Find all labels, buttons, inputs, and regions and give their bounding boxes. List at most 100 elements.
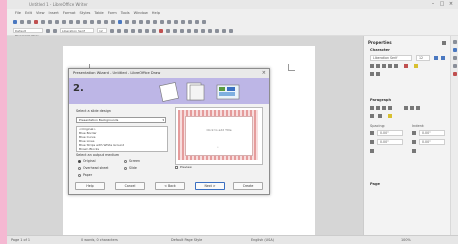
draw-line-icon[interactable] — [195, 19, 199, 24]
sb-underline-icon[interactable] — [382, 64, 386, 68]
font-increase-icon[interactable] — [434, 56, 438, 60]
spacing-below-field[interactable]: 0.00" — [377, 139, 403, 145]
sb-font-color-icon[interactable] — [404, 64, 408, 68]
hyperlink-icon[interactable] — [167, 19, 171, 24]
properties-tab-icon[interactable] — [453, 40, 457, 44]
formatting-marks-icon[interactable] — [111, 19, 115, 24]
menu-table[interactable]: Table — [94, 11, 103, 15]
radio-slide[interactable]: Slide — [124, 166, 137, 170]
create-button[interactable]: Create — [233, 182, 263, 190]
dialog-close-button[interactable]: × — [262, 70, 266, 76]
paste-icon[interactable] — [69, 19, 73, 24]
font-decrease-icon[interactable] — [441, 56, 445, 60]
export-pdf-icon[interactable] — [34, 19, 38, 24]
status-zoom[interactable]: 100% — [401, 238, 411, 242]
sb-align-left-icon[interactable] — [370, 106, 374, 110]
insert-table-icon[interactable] — [118, 19, 122, 24]
first-line-indent-icon[interactable] — [412, 149, 416, 153]
menu-tools[interactable]: Tools — [121, 11, 130, 15]
numbering-icon[interactable] — [208, 28, 212, 33]
sb-justify-icon[interactable] — [388, 106, 392, 110]
insert-text-box-icon[interactable] — [139, 19, 143, 24]
navigator-tab-icon[interactable] — [453, 64, 457, 68]
highlight-icon[interactable] — [166, 28, 170, 33]
outdent-icon[interactable] — [222, 28, 226, 33]
clear-formatting-icon[interactable] — [152, 28, 156, 33]
copy-icon[interactable] — [62, 19, 66, 24]
sb-align-center-icon[interactable] — [376, 106, 380, 110]
new-document-icon[interactable] — [13, 19, 17, 24]
update-style-icon[interactable] — [46, 28, 50, 33]
font-size-combo[interactable]: 12 — [97, 28, 107, 33]
indent-icon[interactable] — [215, 28, 219, 33]
superscript-icon[interactable] — [138, 28, 142, 33]
new-style-icon[interactable] — [53, 28, 57, 33]
open-icon[interactable] — [20, 19, 24, 24]
menu-styles[interactable]: Styles — [80, 11, 91, 15]
indent-before-field[interactable]: 0.00" — [419, 130, 445, 136]
character-header[interactable]: Character — [370, 48, 390, 52]
basic-shapes-icon[interactable] — [202, 19, 206, 24]
paragraph-header[interactable]: Paragraph — [370, 98, 391, 102]
find-replace-icon[interactable] — [97, 19, 101, 24]
menu-help[interactable]: Help — [152, 11, 160, 15]
sb-paragraph-bg-icon[interactable] — [388, 114, 392, 118]
design-category-combo[interactable]: Presentation Backgrounds ▾ — [76, 117, 166, 123]
maximize-button[interactable]: □ — [439, 1, 445, 7]
radio-paper[interactable]: Paper — [78, 173, 92, 177]
underline-icon[interactable] — [124, 28, 128, 33]
align-right-icon[interactable] — [187, 28, 191, 33]
back-button[interactable]: < Back — [155, 182, 185, 190]
menu-insert[interactable]: Insert — [49, 11, 59, 15]
sidebar-font-name[interactable]: Liberation Serif — [370, 55, 412, 61]
styles-tab-icon[interactable] — [453, 48, 457, 52]
insert-field-icon[interactable] — [153, 19, 157, 24]
status-language[interactable]: English (USA) — [251, 238, 311, 242]
radio-original[interactable]: Original — [78, 159, 95, 163]
font-name-combo[interactable]: Liberation Serif — [60, 28, 94, 33]
page-header[interactable]: Page — [370, 182, 380, 186]
comment-icon[interactable] — [181, 19, 185, 24]
sb-subscript-icon[interactable] — [376, 72, 380, 76]
redo-icon[interactable] — [90, 19, 94, 24]
page-tab-icon[interactable] — [453, 72, 457, 76]
print-icon[interactable] — [41, 19, 45, 24]
subscript-icon[interactable] — [145, 28, 149, 33]
spelling-icon[interactable] — [104, 19, 108, 24]
menu-form[interactable]: Form — [108, 11, 117, 15]
insert-chart-icon[interactable] — [132, 19, 136, 24]
next-button[interactable]: Next > — [195, 182, 225, 190]
cut-icon[interactable] — [55, 19, 59, 24]
clone-formatting-icon[interactable] — [76, 19, 80, 24]
sb-valign-bottom-icon[interactable] — [416, 106, 420, 110]
justify-icon[interactable] — [194, 28, 198, 33]
italic-icon[interactable] — [117, 28, 121, 33]
minimize-button[interactable]: – — [430, 1, 436, 7]
help-button[interactable]: Help — [75, 182, 105, 190]
align-center-icon[interactable] — [180, 28, 184, 33]
sb-valign-center-icon[interactable] — [410, 106, 414, 110]
special-character-icon[interactable] — [160, 19, 164, 24]
design-list[interactable]: <Original> Blue Border Blue Curve Blue L… — [76, 126, 168, 152]
sb-valign-top-icon[interactable] — [404, 106, 408, 110]
strikethrough-icon[interactable] — [131, 28, 135, 33]
preview-checkbox[interactable]: Preview — [175, 165, 192, 169]
sb-numbering-icon[interactable] — [378, 114, 382, 118]
print-preview-icon[interactable] — [48, 19, 52, 24]
gallery-tab-icon[interactable] — [453, 56, 457, 60]
sb-align-right-icon[interactable] — [382, 106, 386, 110]
save-icon[interactable] — [27, 19, 31, 24]
sidebar-close-icon[interactable] — [442, 41, 446, 45]
indent-after-field[interactable]: 0.00" — [419, 139, 445, 145]
sidebar-font-size[interactable]: 12 — [416, 55, 430, 61]
insert-image-icon[interactable] — [125, 19, 129, 24]
menu-window[interactable]: Window — [134, 11, 148, 15]
bold-icon[interactable] — [110, 28, 114, 33]
sb-highlight-icon[interactable] — [414, 64, 418, 68]
footnote-icon[interactable] — [174, 19, 178, 24]
radio-overhead-sheet[interactable]: Overhead sheet — [78, 166, 108, 170]
spacing-above-field[interactable]: 0.00" — [377, 130, 403, 136]
menu-format[interactable]: Format — [63, 11, 76, 15]
line-spacing-icon[interactable] — [229, 28, 233, 33]
cancel-button[interactable]: Cancel — [115, 182, 145, 190]
